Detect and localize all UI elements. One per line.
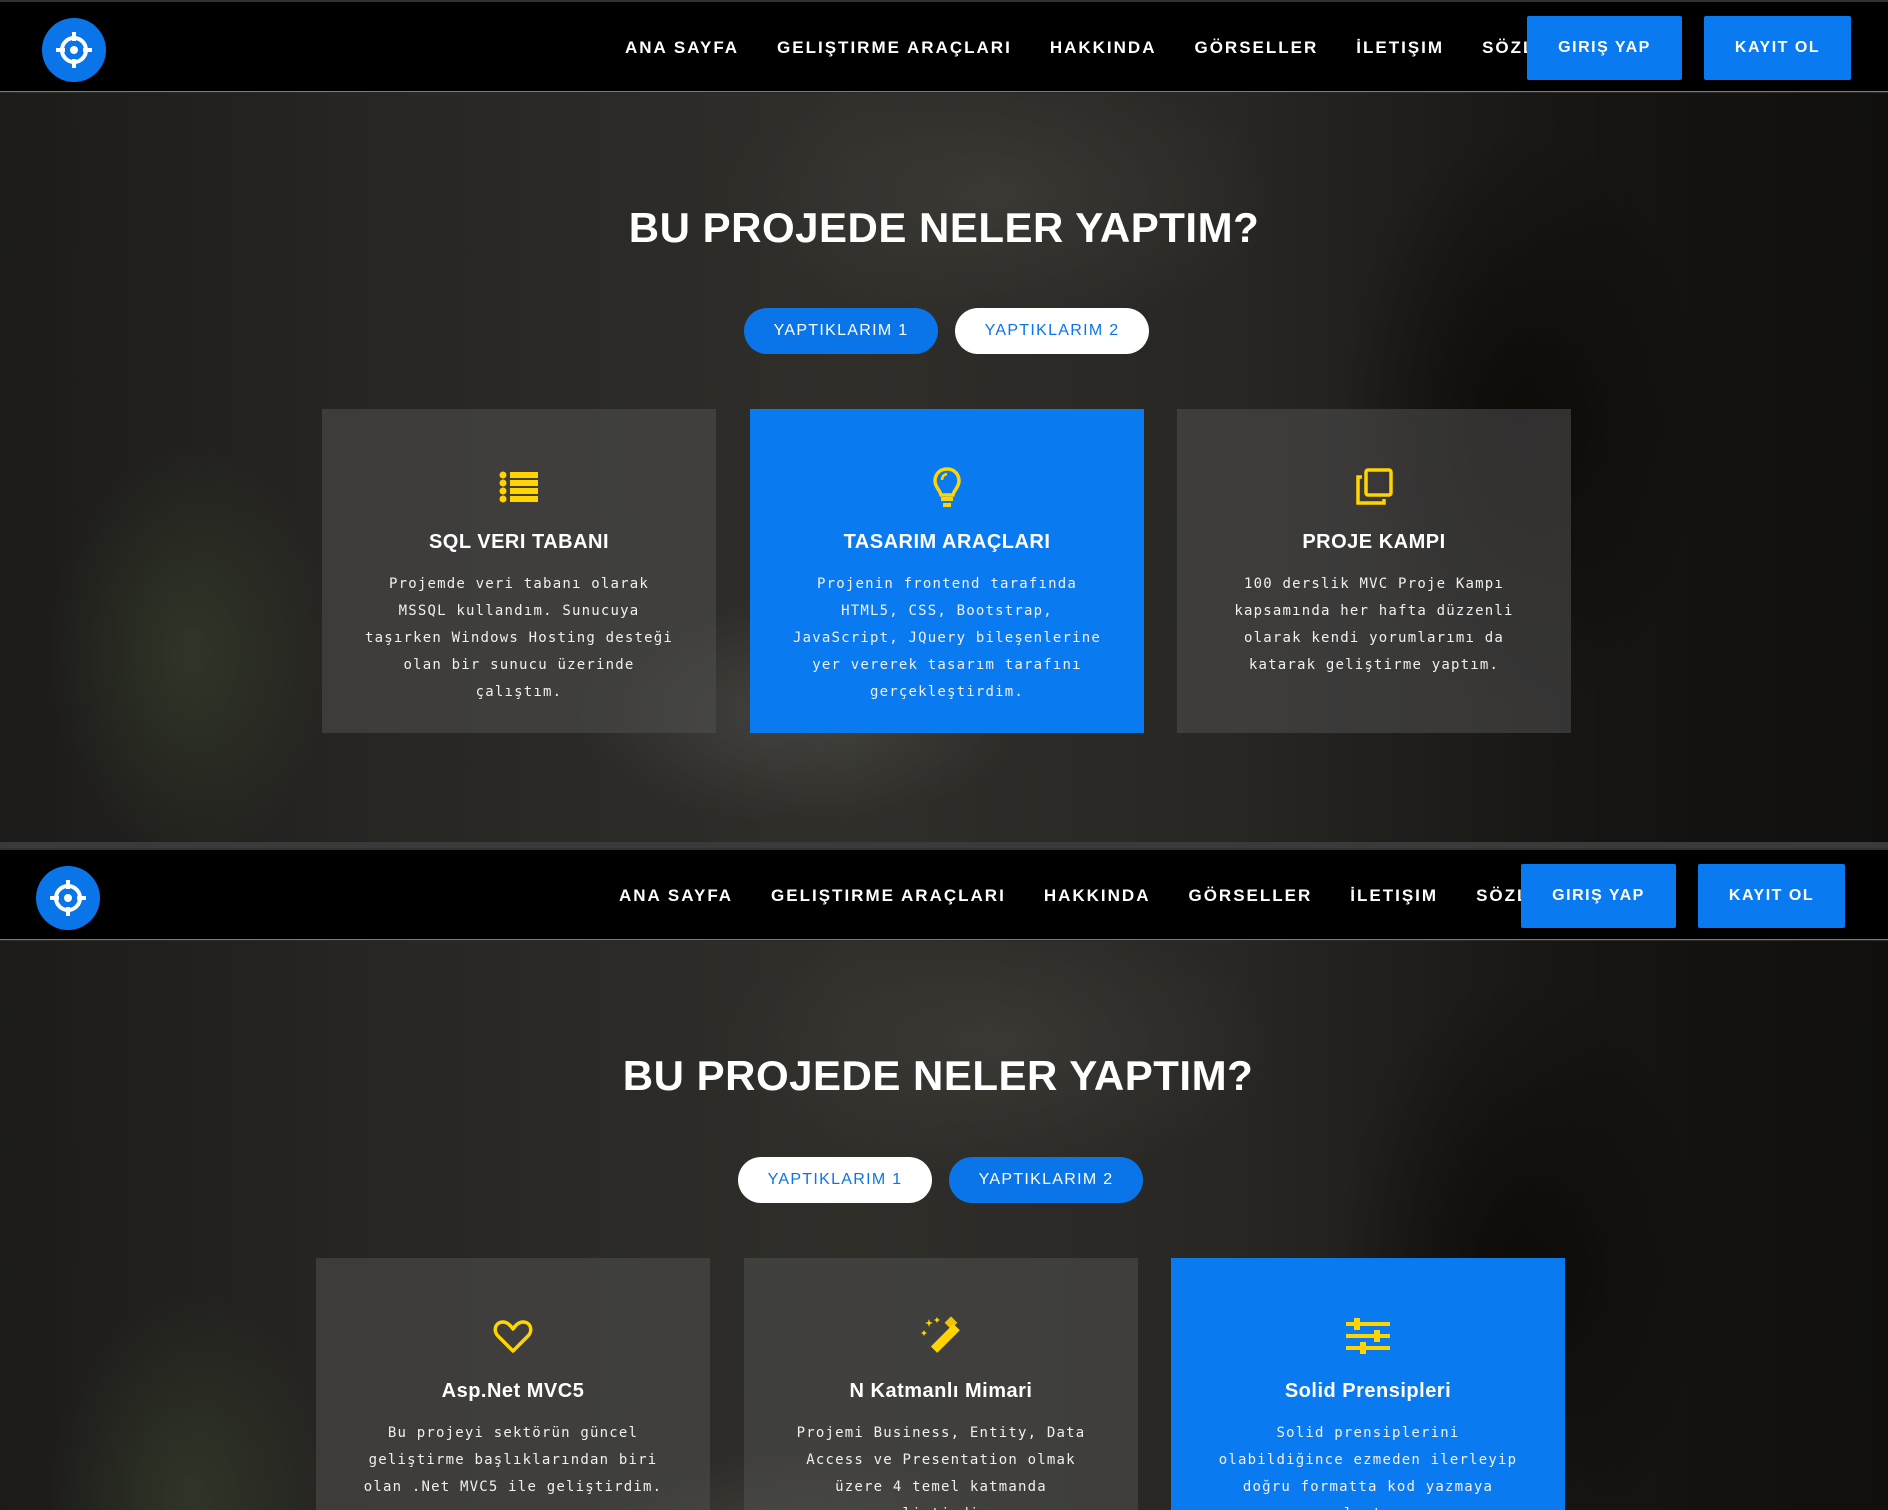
- card-sql: SQL VERI TABANI Projemde veri tabanı ola…: [322, 409, 716, 733]
- tab-yaptiklarim-2[interactable]: YAPTIKLARIM 2: [955, 308, 1149, 354]
- card-text: Projenin frontend tarafında HTML5, CSS, …: [792, 576, 1102, 700]
- copy-icon: [1177, 465, 1571, 509]
- card-text: Projemde veri tabanı olarak MSSQL kullan…: [364, 576, 674, 700]
- crosshair-icon[interactable]: [36, 866, 100, 930]
- card-solid: Solid Prensipleri Solid prensiplerini ol…: [1171, 1258, 1565, 1510]
- nav-link-gorseller[interactable]: GÖRSELLER: [1194, 38, 1318, 58]
- nav-link-gorseller[interactable]: GÖRSELLER: [1188, 886, 1312, 906]
- tab-yaptiklarim-1[interactable]: YAPTIKLARIM 1: [738, 1157, 932, 1203]
- tab-yaptiklarim-1[interactable]: YAPTIKLARIM 1: [744, 308, 938, 354]
- screenshot-panel-2: ANA SAYFA GELIŞTIRME ARAÇLARI HAKKINDA G…: [0, 848, 1888, 1510]
- card-title: N Katmanlı Mimari: [849, 1380, 1033, 1402]
- nav-links: ANA SAYFA GELIŞTIRME ARAÇLARI HAKKINDA G…: [600, 850, 1577, 942]
- nav-link-ana-sayfa[interactable]: ANA SAYFA: [619, 886, 733, 906]
- register-button[interactable]: KAYIT OL: [1704, 16, 1851, 80]
- nav-link-ana-sayfa[interactable]: ANA SAYFA: [625, 38, 739, 58]
- card-title: TASARIM ARAÇLARI: [843, 531, 1051, 553]
- card-tasarim: TASARIM ARAÇLARI Projenin frontend taraf…: [750, 409, 1144, 733]
- section-title: BU PROJEDE NELER YAPTIM?: [628, 204, 1260, 251]
- section-title: BU PROJEDE NELER YAPTIM?: [622, 1052, 1254, 1099]
- tab-yaptiklarim-2[interactable]: YAPTIKLARIM 2: [949, 1157, 1143, 1203]
- card-text: Bu projeyi sektörün güncel geliştirme ba…: [363, 1425, 663, 1495]
- sliders-icon: [1171, 1314, 1565, 1358]
- login-button[interactable]: GIRIŞ YAP: [1521, 864, 1676, 928]
- card-text: Projemi Business, Entity, Data Access ve…: [796, 1425, 1086, 1510]
- login-button[interactable]: GIRIŞ YAP: [1527, 16, 1682, 80]
- navbar: ANA SAYFA GELIŞTIRME ARAÇLARI HAKKINDA G…: [0, 0, 1888, 92]
- navbar: ANA SAYFA GELIŞTIRME ARAÇLARI HAKKINDA G…: [0, 848, 1888, 940]
- nav-link-gelistirme-araclari[interactable]: GELIŞTIRME ARAÇLARI: [777, 38, 1012, 58]
- nav-link-gelistirme-araclari[interactable]: GELIŞTIRME ARAÇLARI: [771, 886, 1006, 906]
- card-proje-kampi: PROJE KAMPI 100 derslik MVC Proje Kampı …: [1177, 409, 1571, 733]
- nav-link-hakkinda[interactable]: HAKKINDA: [1050, 38, 1157, 58]
- register-button[interactable]: KAYIT OL: [1698, 864, 1845, 928]
- card-title: Asp.Net MVC5: [441, 1380, 585, 1402]
- card-text: 100 derslik MVC Proje Kampı kapsamında h…: [1234, 576, 1514, 673]
- card-n-katmanli: N Katmanlı Mimari Projemi Business, Enti…: [744, 1258, 1138, 1510]
- crosshair-icon[interactable]: [42, 18, 106, 82]
- lightbulb-icon: [750, 465, 1144, 509]
- card-aspnet: Asp.Net MVC5 Bu projeyi sektörün güncel …: [316, 1258, 710, 1510]
- card-title: Solid Prensipleri: [1284, 1380, 1452, 1402]
- nav-links: ANA SAYFA GELIŞTIRME ARAÇLARI HAKKINDA G…: [606, 2, 1583, 94]
- card-text: Solid prensiplerini olabildiğince ezmede…: [1218, 1425, 1518, 1510]
- magic-wand-icon: [744, 1314, 1138, 1358]
- list-icon: [322, 465, 716, 509]
- screenshot-panel-1: ANA SAYFA GELIŞTIRME ARAÇLARI HAKKINDA G…: [0, 0, 1888, 842]
- heart-icon: [316, 1314, 710, 1358]
- card-title: SQL VERI TABANI: [428, 531, 610, 553]
- nav-link-iletisim[interactable]: İLETIŞIM: [1356, 38, 1444, 58]
- nav-link-iletisim[interactable]: İLETIŞIM: [1350, 886, 1438, 906]
- card-title: PROJE KAMPI: [1302, 531, 1446, 553]
- nav-link-hakkinda[interactable]: HAKKINDA: [1044, 886, 1151, 906]
